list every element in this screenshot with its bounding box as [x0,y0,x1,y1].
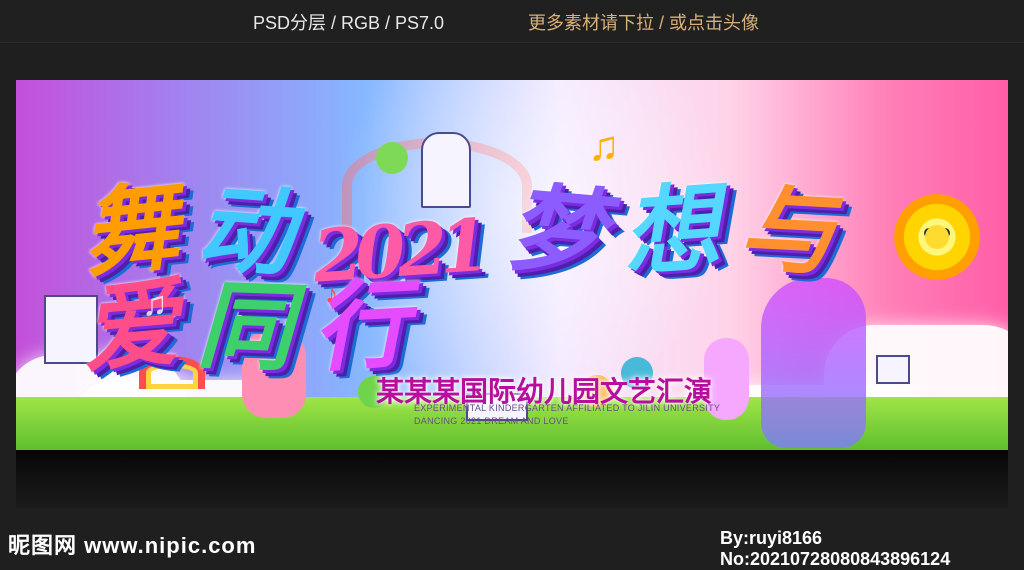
title-char-7: 同 [195,268,289,385]
file-format-label: PSD分层 / RGB / PS7.0 [253,13,445,33]
banner-title: 舞 动 2021 梦 想 与 爱 同 行 [76,170,942,387]
event-banner: 舞 动 2021 梦 想 与 爱 同 行 某某某国际幼儿园文艺汇演 EXPERI… [16,80,1008,450]
music-note-icon-2: ♪ [325,278,338,308]
title-char-3: 梦 [502,170,602,291]
english-subtitle-line-1: EXPERIMENTAL KINDERGARTEN AFFILIATED TO … [414,403,721,413]
music-note-icon-3: ♫ [142,285,168,323]
tree-icon [376,142,408,174]
title-char-5: 与 [735,171,831,290]
top-info-bar: PSD分层 / RGB / PS7.0 更多素材请下拉 / 或点击头像 [0,0,1024,43]
more-assets-hint: 更多素材请下拉 / 或点击头像 [528,13,760,33]
title-char-2: 动 [193,171,291,290]
title-char-4: 想 [619,171,716,290]
music-note-icon: ♫ [588,122,620,169]
site-watermark: 昵图网 www.nipic.com [8,533,257,558]
right-house-icon [876,355,910,384]
english-subtitle-line-2: DANCING 2021 DREAM AND LOVE [414,416,569,426]
banner-shadow [16,450,1008,508]
author-watermark: By:ruyi8166 No:20210728080843896124 [720,528,951,569]
